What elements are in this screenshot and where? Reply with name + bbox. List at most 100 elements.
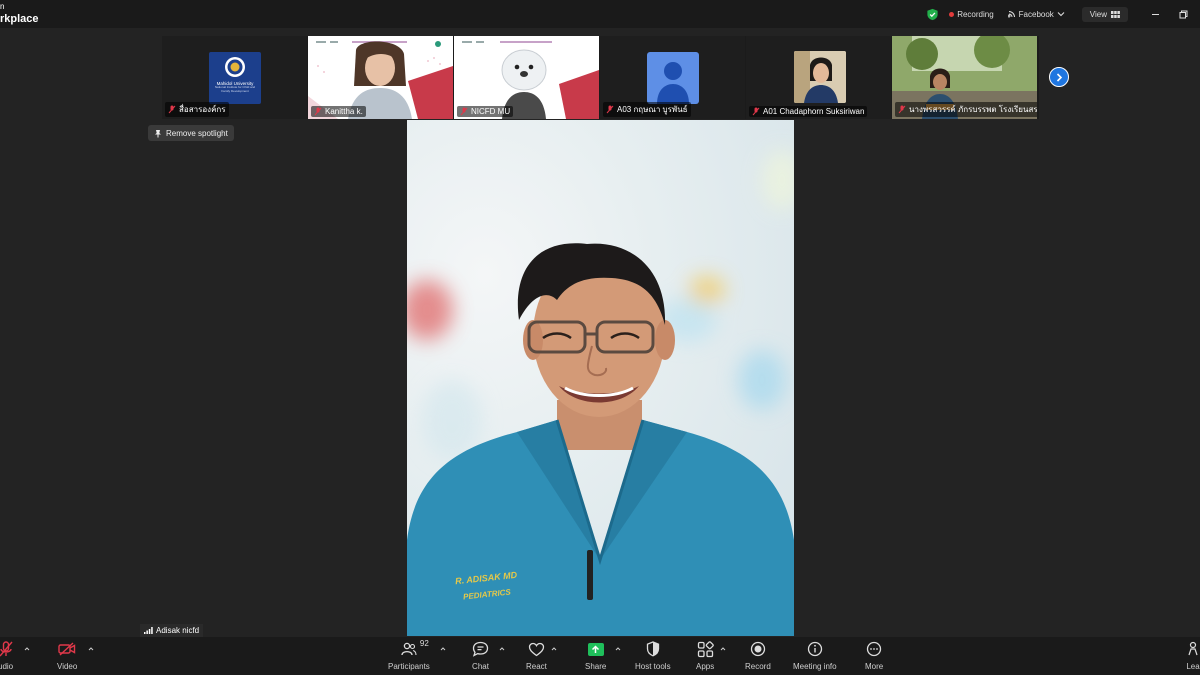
participant-gallery: Mahidol University National Institute fo… [162,36,1039,119]
heart-icon [528,642,545,656]
chevron-right-icon [1056,72,1063,82]
view-button[interactable]: View [1081,6,1128,22]
apps-button[interactable]: Apps [696,639,714,671]
mic-muted-icon [0,641,13,657]
restore-icon [1179,10,1187,18]
live-stream-icon [1007,11,1015,18]
participant-name: NICFD MU [471,107,511,116]
shield-icon [646,641,659,657]
participants-icon [401,642,417,656]
video-off-icon [58,642,76,656]
share-label: Share [585,662,607,671]
record-label: Record [745,662,771,671]
mahidol-logo: Mahidol University National Institute fo… [209,52,261,104]
more-button[interactable]: More [865,639,883,671]
view-label: View [1089,9,1107,19]
mic-muted-icon [168,105,176,114]
chat-options-caret-icon[interactable] [499,646,505,652]
video-button[interactable]: Video [57,639,77,671]
participant-tile[interactable]: NICFD MU [454,36,599,119]
video-options-caret-icon[interactable] [88,646,94,652]
chat-button[interactable]: Chat [472,639,489,671]
mic-muted-icon [314,107,322,116]
gallery-next-button[interactable] [1049,67,1069,87]
app-brand: n rkplace [0,2,39,25]
more-options-icon [866,641,882,657]
meeting-info-label: Meeting info [793,662,837,671]
participant-name-label: A03 กฤษณา บูรพันธ์ [603,102,691,117]
participant-tile[interactable]: นางพรสวรรค์ ภักรบรรพต โรงเรียนสร... [892,36,1037,119]
mic-muted-icon [460,107,468,116]
user-silhouette-icon [657,62,689,104]
meeting-info-button[interactable]: Meeting info [793,639,837,671]
speaker-name: Adisak nicfd [156,626,200,635]
participants-button[interactable]: 92 Participants [388,639,430,671]
share-options-caret-icon[interactable] [615,646,621,652]
chevron-down-icon [1057,12,1065,17]
recording-indicator[interactable]: Recording [949,9,994,19]
chat-label: Chat [472,662,489,671]
audio-button[interactable]: udio [0,639,13,671]
participant-name-label: สื่อสารองค์กร [165,102,229,117]
apps-options-caret-icon[interactable] [720,646,726,652]
brand-line-1: n [0,2,5,11]
security-shield-icon[interactable] [926,8,939,21]
remove-spotlight-label: Remove spotlight [166,128,228,138]
participant-name: Kanittha k. [325,107,363,116]
speaker-video-frame [407,150,794,636]
remove-spotlight-button[interactable]: Remove spotlight [148,125,234,141]
participants-label: Participants [388,662,430,671]
participant-name: นางพรสวรรค์ ภักรบรรพต โรงเรียนสร... [909,105,1037,114]
minimize-icon [1151,13,1159,15]
meeting-toolbar: udio Video 92 Participants Chat React Sh… [0,637,1200,675]
active-speaker-video: R. ADISAK MD PEDIATRICS [407,120,794,636]
leave-icon [1188,641,1198,656]
default-avatar [647,52,699,104]
record-button[interactable]: Record [745,639,771,671]
participant-name: A03 กฤษณา บูรพันธ์ [617,105,688,114]
chat-bubble-icon [472,641,489,657]
info-icon [807,641,822,657]
share-screen-button[interactable]: Share [585,639,606,671]
leave-label: Lea [1186,662,1200,671]
apps-label: Apps [696,662,715,671]
react-options-caret-icon[interactable] [551,646,557,652]
video-label: Video [57,662,78,671]
facebook-label: Facebook [1018,9,1054,19]
leave-button[interactable]: Lea [1186,639,1200,671]
audio-options-caret-icon[interactable] [24,646,30,652]
record-icon [750,641,766,657]
participant-name: A01 Chadaphorn Suksiriwan [763,107,865,116]
participant-name-label: A01 Chadaphorn Suksiriwan [749,106,868,117]
university-seal-icon [225,57,245,77]
profile-photo [794,51,846,103]
participant-name-label: Kanittha k. [311,106,366,117]
participant-tile[interactable]: Mahidol University National Institute fo… [162,36,307,119]
recording-label: Recording [957,9,994,19]
mic-muted-icon [606,105,614,114]
signal-strength-icon [144,627,153,634]
more-label: More [865,662,884,671]
participant-name-label: NICFD MU [457,106,514,117]
react-button[interactable]: React [526,639,547,671]
audio-label: udio [0,662,14,671]
participant-tile[interactable]: Kanittha k. [308,36,453,119]
restore-button[interactable] [1178,9,1188,19]
participant-tile[interactable]: A03 กฤษณา บูรพันธ์ [600,36,745,119]
minimize-button[interactable] [1150,9,1160,19]
recording-dot-icon [949,11,955,17]
speaker-name-tag: Adisak nicfd [140,624,204,637]
participant-tile[interactable]: A01 Chadaphorn Suksiriwan [746,36,891,119]
participants-options-caret-icon[interactable] [440,646,446,652]
participant-name: สื่อสารองค์กร [179,105,226,114]
pin-icon [155,129,161,137]
host-tools-button[interactable]: Host tools [635,639,671,671]
host-tools-label: Host tools [635,662,671,671]
mic-muted-icon [898,105,906,114]
react-label: React [526,662,547,671]
brand-line-2: rkplace [0,13,39,25]
mic-muted-icon [752,107,760,116]
facebook-live-menu[interactable]: Facebook [1007,9,1068,19]
logo-subtitle: National Institute for Child and Family … [214,85,256,93]
share-screen-icon [587,642,604,656]
